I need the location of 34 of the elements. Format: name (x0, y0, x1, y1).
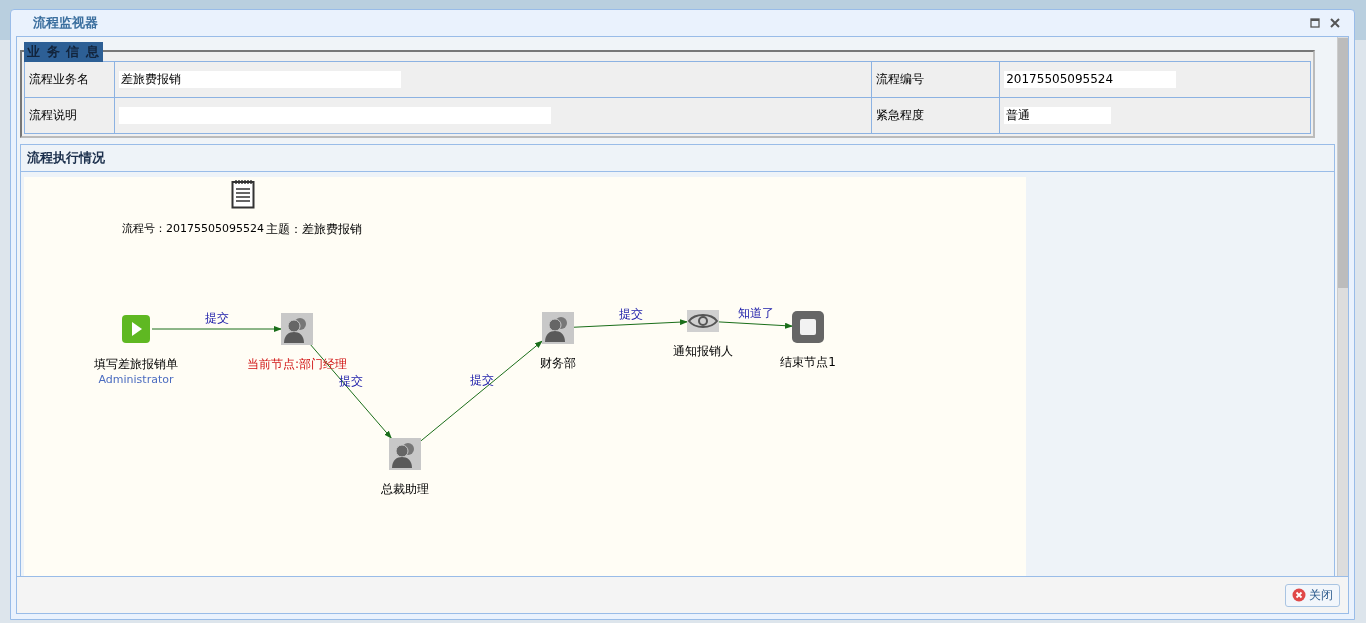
scrollbar[interactable] (1337, 37, 1348, 576)
edge-label: 知道了 (737, 305, 774, 322)
window-title: 流程监视器 (33, 14, 99, 32)
input-field[interactable]: 差旅费报销 (119, 71, 401, 88)
maximize-icon[interactable] (1310, 18, 1320, 28)
field-label: 流程说明 (24, 97, 115, 134)
process-subject: 主题：差旅费报销 (266, 221, 362, 238)
node-label: 总裁助理 (381, 481, 429, 498)
stop-icon[interactable] (792, 311, 824, 343)
node-label: 当前节点:部门经理 (247, 356, 347, 373)
play-icon[interactable] (122, 315, 150, 343)
node-label: 财务部 (540, 355, 576, 372)
node-label: 结束节点1 (780, 354, 836, 371)
process-number: 流程号：20175505095524 (122, 221, 264, 236)
field-label: 紧急程度 (871, 97, 1000, 134)
close-button[interactable]: 关闭 (1285, 583, 1340, 607)
node-label: 通知报销人 (673, 343, 733, 360)
input-field[interactable]: 普通 (1004, 107, 1112, 124)
user-name: Administrator (98, 373, 174, 386)
user-icon[interactable] (389, 438, 421, 470)
eye-icon[interactable] (687, 310, 719, 332)
panel-title: 流程执行情况 (27, 149, 105, 167)
panel-title: 业 务 信 息 (24, 42, 103, 62)
edge-label: 提交 (204, 310, 229, 327)
edge-label: 提交 (618, 305, 643, 323)
user-icon[interactable] (542, 312, 574, 344)
input-field[interactable]: 20175505095524 (1004, 71, 1177, 88)
user-icon[interactable] (281, 313, 313, 345)
edge-label: 提交 (469, 372, 494, 389)
close-icon[interactable] (1330, 18, 1340, 28)
node-label: 填写差旅报销单 (94, 356, 178, 373)
close-icon (1292, 588, 1306, 602)
field-label: 流程编号 (871, 61, 1000, 98)
field-label: 流程业务名 (24, 61, 115, 98)
